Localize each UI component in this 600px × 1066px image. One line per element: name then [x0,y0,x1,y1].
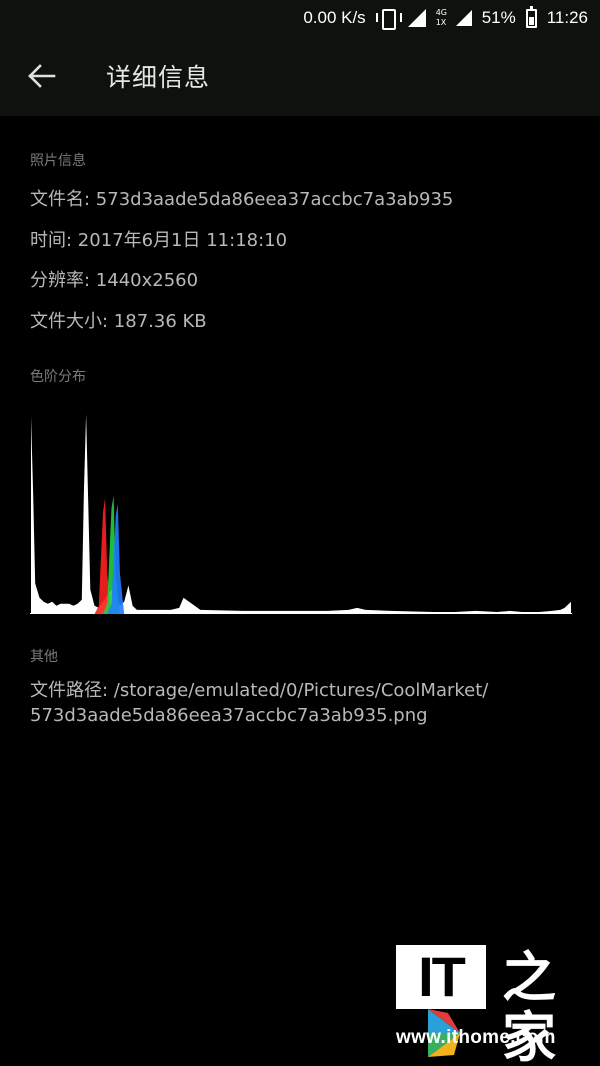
battery-percent: 51% [481,8,516,27]
clock: 11:26 [546,8,588,27]
file-size-row: 文件大小: 187.36 KB [30,311,207,332]
watermark: IT 之家 www.ithome.com [392,945,582,1066]
watermark-brand: IT [396,945,486,1009]
photo-info-section-title: 照片信息 [30,153,86,169]
file-name-row: 文件名: 573d3aade5da86eea37accbc7a3ab935 [30,189,454,210]
back-button[interactable] [22,56,62,96]
time-row: 时间: 2017年6月1日 11:18:10 [30,230,288,251]
screen: 0.00 K/s 4G 1X 51% 11:26 详细信息 照片信息 文件名: … [0,0,600,1066]
page-title: 详细信息 [106,63,211,92]
other-section-title: 其他 [30,649,58,665]
network-type-bottom: 1X [435,18,447,27]
file-path-row: 文件路径: /storage/emulated/0/Pictures/CoolM… [30,678,575,728]
wifi-signal-icon [407,9,426,27]
net-speed: 0.00 K/s [303,8,366,27]
arrow-left-icon [28,64,56,88]
network-type-top: 4G [435,8,447,17]
battery-icon [525,5,537,28]
histogram-svg [30,414,572,614]
file-path-line2: 573d3aade5da86eea37accbc7a3ab935.png [30,705,428,726]
watermark-url: www.ithome.com [396,1027,556,1048]
status-bar: 0.00 K/s 4G 1X 51% 11:26 [0,0,600,36]
vibrate-icon [375,8,402,30]
cellular-signal-icon: 4G 1X [436,8,472,28]
file-path-line1: 文件路径: /storage/emulated/0/Pictures/CoolM… [30,680,489,701]
histogram-chart [30,406,572,614]
app-bar: 详细信息 [0,36,600,116]
histogram-section-title: 色阶分布 [30,369,86,385]
resolution-row: 分辨率: 1440x2560 [30,270,199,291]
